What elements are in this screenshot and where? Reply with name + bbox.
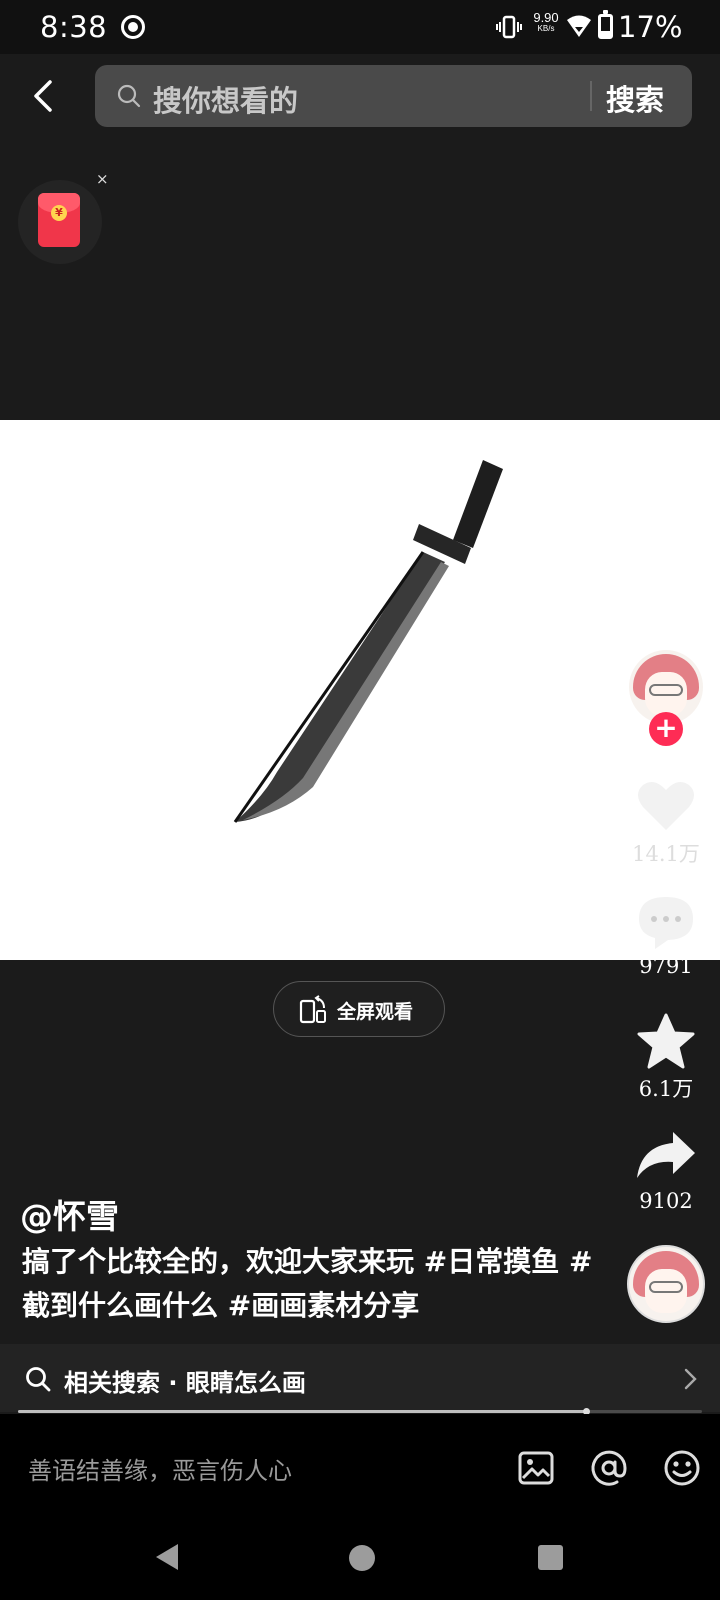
fullscreen-label: 全屏观看 (337, 1001, 414, 1023)
battery-icon (598, 10, 613, 39)
search-icon (117, 84, 141, 108)
network-speed-value: 9.90 (533, 10, 559, 25)
red-packet-close-button[interactable]: × (96, 170, 109, 188)
music-disc-avatar[interactable] (627, 1245, 705, 1323)
wifi-icon (567, 15, 591, 37)
battery-percent: 17% (618, 10, 683, 44)
image-icon[interactable] (516, 1448, 556, 1488)
nav-home-icon[interactable] (349, 1545, 375, 1571)
status-time: 8:38 (40, 10, 108, 44)
avatar-glasses (649, 1281, 683, 1293)
red-packet-widget[interactable] (18, 180, 102, 264)
post-caption: 搞了个比较全的，欢迎大家来玩 #日常摸鱼 #截到什么画什么 #画画素材分享 (22, 1245, 593, 1322)
related-search-label: 相关搜索 · 眼睛怎么画 (64, 1369, 306, 1397)
avatar-glasses (649, 684, 683, 696)
playback-progress-fill (18, 1410, 586, 1413)
emoji-icon[interactable] (662, 1448, 702, 1488)
star-icon[interactable] (635, 1013, 697, 1069)
playback-progress-bar[interactable] (18, 1408, 702, 1415)
share-count: 9102 (639, 1189, 693, 1213)
sword-drawing (233, 460, 503, 823)
vibrate-icon (496, 15, 522, 39)
search-bar[interactable]: 搜你想看的 搜索 (95, 65, 692, 127)
back-button[interactable] (24, 74, 68, 118)
screen-record-icon (121, 15, 145, 39)
like-count: 14.1万 (632, 842, 700, 866)
comment-input[interactable]: 善语结善缘，恶言伤人心 (28, 1451, 292, 1486)
comment-bar: 善语结善缘，恶言伤人心 (0, 1414, 720, 1518)
author-name[interactable]: @怀雪 (20, 1190, 119, 1238)
chevron-right-icon (684, 1368, 697, 1390)
red-packet-icon (38, 193, 80, 247)
comment-count: 9791 (639, 954, 693, 978)
rotate-phone-icon (299, 995, 326, 1024)
favorite-count: 6.1万 (638, 1077, 694, 1101)
heart-icon[interactable] (635, 778, 697, 834)
status-bar: 8:38 9.90 KB/s 17% (0, 0, 720, 54)
search-divider (590, 81, 592, 111)
at-icon[interactable] (589, 1448, 629, 1488)
network-speed: 9.90 KB/s (531, 10, 561, 34)
follow-button[interactable]: + (649, 712, 683, 746)
fullscreen-button[interactable]: 全屏观看 (273, 981, 445, 1037)
related-search-bar[interactable]: 相关搜索 · 眼睛怎么画 (0, 1344, 720, 1412)
system-nav-bar (0, 1518, 720, 1600)
nav-recents-icon[interactable] (538, 1545, 563, 1570)
search-button[interactable]: 搜索 (606, 77, 664, 119)
share-arrow-icon[interactable] (635, 1128, 697, 1184)
search-icon (26, 1367, 51, 1392)
nav-back-icon[interactable] (154, 1542, 180, 1572)
comment-bubble-icon[interactable] (635, 893, 697, 949)
search-input[interactable]: 搜你想看的 (153, 78, 298, 120)
